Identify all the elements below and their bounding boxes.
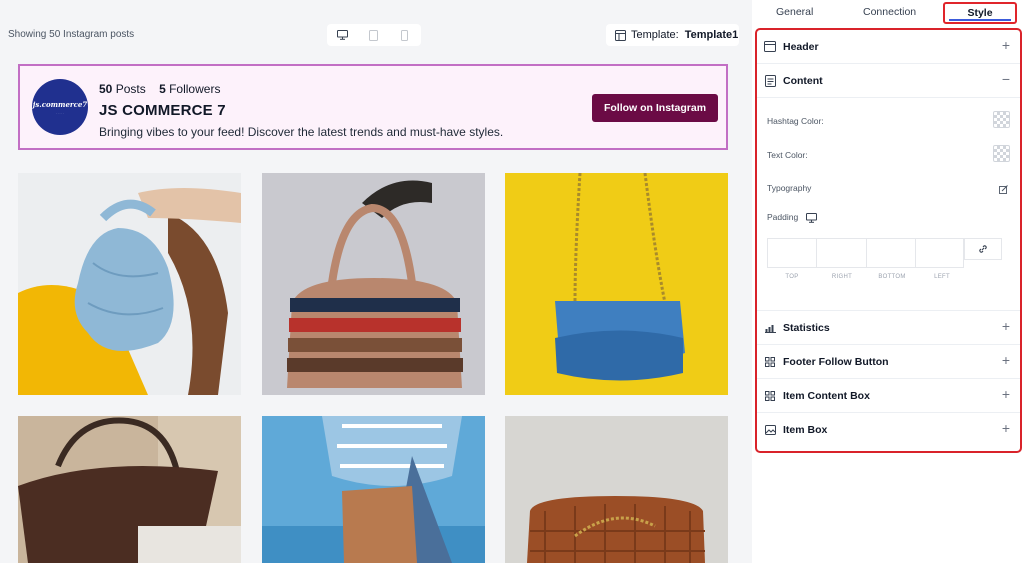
padding-inputs: [767, 238, 1002, 268]
tab-style[interactable]: Style: [943, 2, 1017, 24]
padding-right-input[interactable]: [816, 238, 866, 268]
feed-post[interactable]: [18, 173, 241, 395]
tab-connection[interactable]: Connection: [863, 6, 916, 18]
feed-post[interactable]: [262, 416, 485, 563]
tablet-icon[interactable]: [358, 24, 389, 46]
settings-panel: General Connection Style Header + Conten…: [752, 0, 1024, 563]
hashtag-color-label: Hashtag Color:: [767, 116, 824, 126]
padding-right-label: RIGHT: [831, 274, 853, 280]
padding-left-label: LEFT: [934, 274, 950, 280]
desktop-icon[interactable]: [327, 24, 358, 46]
layout-icon: [615, 29, 626, 41]
section-item-box-label: Item Box: [783, 424, 828, 436]
content-document-icon: [757, 74, 783, 87]
expand-icon[interactable]: +: [1002, 38, 1010, 52]
section-item-content-box[interactable]: Item Content Box +: [757, 379, 1020, 413]
preview-toolbar: Showing 50 Instagram posts Template: Tem…: [0, 0, 752, 64]
feed-post[interactable]: [505, 173, 728, 395]
panel-tabs: General Connection Style: [752, 0, 1024, 26]
expand-icon[interactable]: +: [1002, 421, 1010, 435]
link-values-button[interactable]: [964, 238, 1002, 260]
section-statistics[interactable]: Statistics +: [757, 311, 1020, 345]
padding-bottom-input[interactable]: [865, 238, 916, 268]
avatar: js.commerce7 · · · · ·: [32, 79, 88, 135]
text-color-label: Text Color:: [767, 150, 808, 160]
collapse-icon[interactable]: −: [1002, 72, 1010, 86]
typography-label: Typography: [767, 183, 812, 193]
expand-icon[interactable]: +: [1002, 387, 1010, 401]
avatar-logo-subtext: · · · · ·: [55, 110, 65, 115]
section-header[interactable]: Header +: [757, 30, 1020, 64]
post-count-text: Showing 50 Instagram posts: [8, 29, 135, 40]
template-label: Template:: [631, 29, 679, 41]
template-value: Template1: [684, 29, 739, 41]
follow-button[interactable]: Follow on Instagram: [592, 94, 718, 122]
padding-top-label: TOP: [785, 274, 799, 280]
feed-post[interactable]: [505, 416, 728, 563]
padding-top-input[interactable]: [767, 238, 817, 268]
section-header-label: Header: [783, 40, 819, 53]
padding-bottom-label: BOTTOM: [878, 274, 906, 280]
followers-label: Followers: [169, 82, 221, 96]
preview-area: Showing 50 Instagram posts Template: Tem…: [0, 0, 752, 563]
feed-post[interactable]: [18, 416, 241, 563]
padding-label: Padding: [767, 212, 799, 222]
feed-post[interactable]: [262, 173, 485, 395]
edit-icon[interactable]: [999, 181, 1008, 199]
template-selector[interactable]: Template: Template1: [606, 24, 739, 46]
profile-name: JS COMMERCE 7: [99, 102, 226, 119]
device-switcher: [327, 24, 421, 46]
section-item-content-box-label: Item Content Box: [783, 389, 870, 402]
content-settings: Hashtag Color: Text Color: Typography Pa…: [757, 98, 1020, 311]
hashtag-color-picker[interactable]: [993, 111, 1010, 128]
desktop-icon[interactable]: [806, 210, 817, 228]
profile-stats: 50 Posts 5 Followers: [99, 82, 220, 96]
expand-icon[interactable]: +: [1002, 319, 1010, 333]
text-color-picker[interactable]: [993, 145, 1010, 162]
bar-chart-icon: [757, 323, 783, 333]
link-icon: [979, 245, 987, 253]
profile-bio: Bringing vibes to your feed! Discover th…: [99, 125, 504, 139]
mobile-icon[interactable]: [389, 24, 420, 46]
grid-icon: [757, 390, 783, 401]
style-sections: Header + Content − Hashtag Color: Text C…: [755, 28, 1022, 453]
posts-label: Posts: [115, 82, 146, 96]
section-footer-follow-button[interactable]: Footer Follow Button +: [757, 345, 1020, 379]
section-footer-follow-button-label: Footer Follow Button: [783, 355, 889, 368]
avatar-logo-text: js.commerce7: [32, 99, 88, 109]
padding-left-input[interactable]: [915, 238, 965, 268]
section-content[interactable]: Content −: [757, 64, 1020, 98]
section-content-label: Content: [783, 74, 823, 87]
profile-header: js.commerce7 · · · · · 50 Posts 5 Follow…: [18, 64, 728, 150]
grid-icon: [757, 356, 783, 367]
image-icon: [757, 425, 783, 435]
posts-count: 50: [99, 82, 113, 96]
expand-icon[interactable]: +: [1002, 353, 1010, 367]
section-statistics-label: Statistics: [783, 321, 830, 334]
followers-count: 5: [159, 82, 166, 96]
tab-general[interactable]: General: [776, 6, 813, 18]
header-layout-icon: [757, 41, 783, 52]
section-item-box[interactable]: Item Box +: [757, 413, 1020, 447]
